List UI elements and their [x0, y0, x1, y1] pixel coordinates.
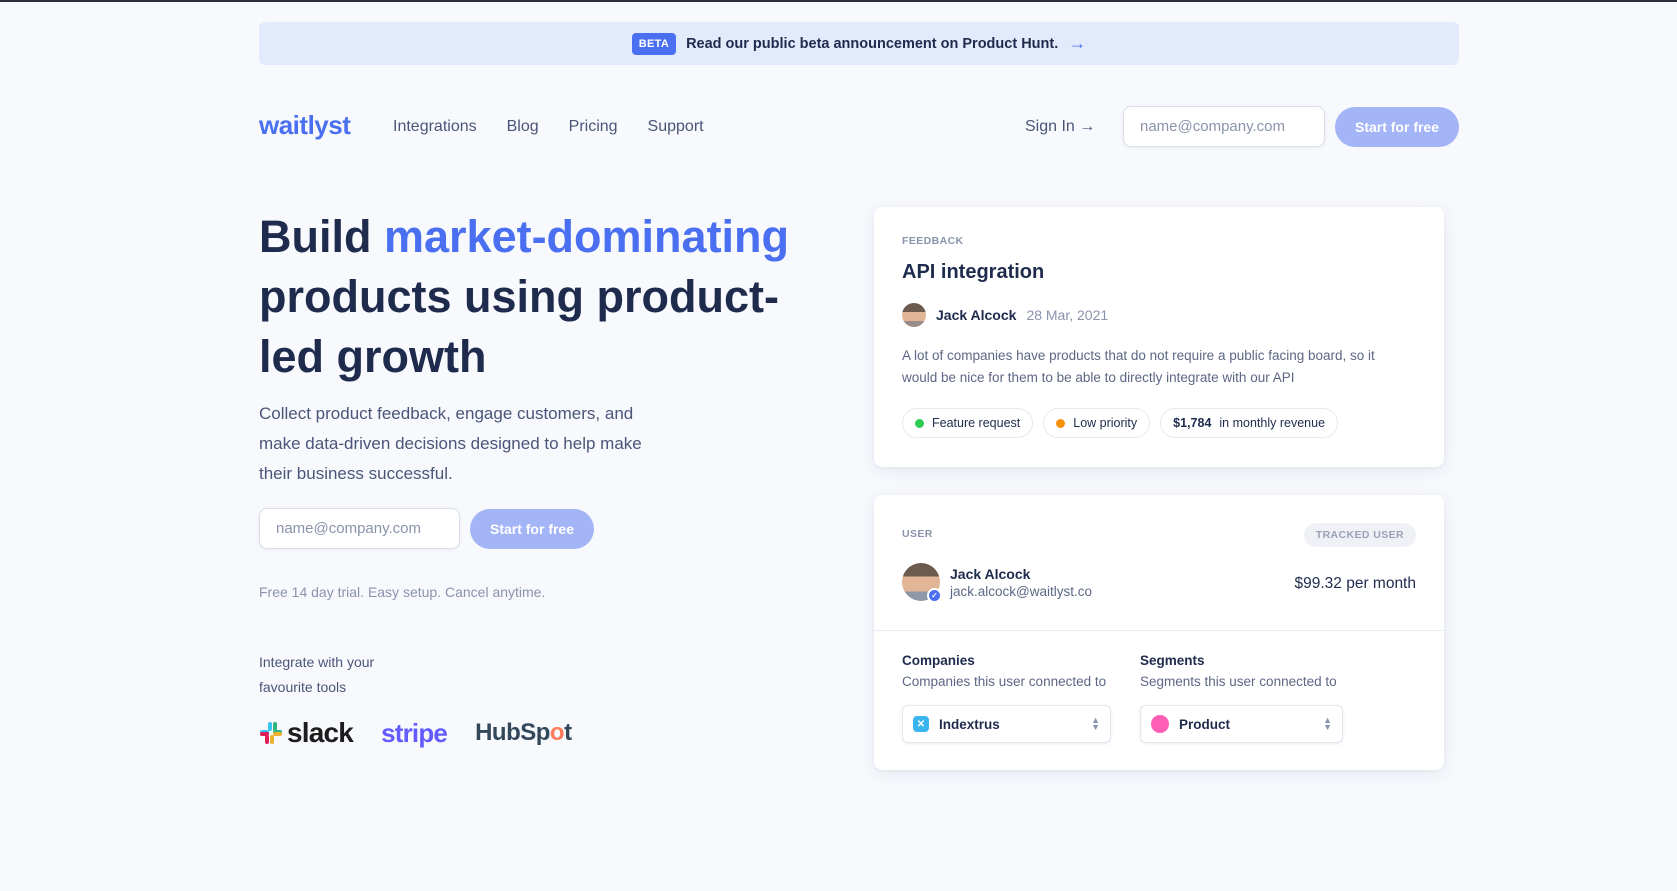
nav-link-support[interactable]: Support [648, 118, 704, 136]
segments-section: Segments Segments this user connected to [1140, 653, 1337, 689]
segments-subtitle: Segments this user connected to [1140, 674, 1337, 689]
user-details: Jack Alcock jack.alcock@waitlyst.co [950, 566, 1092, 599]
feedback-body: A lot of companies have products that do… [902, 348, 1375, 385]
beta-badge: BETA [631, 32, 677, 55]
tag-label: Low priority [1073, 416, 1138, 430]
trial-note: Free 14 day trial. Easy setup. Cancel an… [259, 584, 546, 600]
nav-email-input[interactable]: name@company.com [1123, 106, 1325, 147]
orange-dot-icon [1056, 418, 1066, 428]
tag-label: Feature request [932, 416, 1021, 430]
tag-low-priority: Low priority [1043, 408, 1151, 438]
feedback-title: API integration [902, 261, 1045, 283]
hero-title-post: products using product-led growth [259, 271, 779, 382]
feedback-author: Jack Alcock 28 Mar, 2021 [902, 303, 1108, 327]
sign-in-link[interactable]: Sign In → [1025, 118, 1095, 136]
hero-title-pre: Build [259, 211, 384, 262]
nav-link-integrations[interactable]: Integrations [393, 118, 477, 136]
nav-link-pricing[interactable]: Pricing [569, 118, 618, 136]
tag-feature-request: Feature request [902, 408, 1034, 438]
announcement-banner[interactable]: BETA Read our public beta announcement o… [259, 22, 1459, 65]
main-nav: Integrations Blog Pricing Support [393, 118, 704, 136]
indextrus-icon: ✕ [913, 716, 929, 732]
avatar [902, 303, 926, 327]
feedback-label: FEEDBACK [902, 235, 964, 247]
tracked-user-badge: TRACKED USER [1303, 523, 1416, 547]
logo[interactable]: waitlyst [259, 110, 351, 141]
hubspot-wordmark-post: t [564, 719, 572, 746]
user-email: jack.alcock@waitlyst.co [950, 583, 1092, 599]
check-icon: ✓ [927, 588, 942, 603]
tag-revenue: $1,784 in monthly revenue [1160, 408, 1339, 438]
nav-start-free-button[interactable]: Start for free [1335, 107, 1459, 147]
select-caret-icon: ▲ ▼ [1091, 715, 1100, 732]
slack-logo[interactable]: slack [259, 717, 354, 749]
companies-subtitle: Companies this user connected to [902, 674, 1107, 689]
avatar: ✓ [902, 563, 942, 603]
feedback-card: FEEDBACK API integration Jack Alcock 28 … [874, 207, 1444, 467]
segments-select-value: Product [1179, 716, 1231, 732]
integration-logos: slack stripe HubSpot [259, 717, 572, 749]
user-info: ✓ Jack Alcock jack.alcock@waitlyst.co [902, 563, 1092, 603]
hero-start-free-button[interactable]: Start for free [470, 509, 594, 549]
user-name: Jack Alcock [950, 565, 1031, 582]
banner-text[interactable]: Read our public beta announcement on Pro… [686, 36, 1058, 52]
hubspot-wordmark-pre: HubSp [475, 719, 550, 746]
hero-subtitle: Collect product feedback, engage custome… [259, 404, 642, 483]
companies-section: Companies Companies this user connected … [902, 653, 1106, 689]
arrow-right-icon: → [1068, 33, 1087, 53]
revenue-amount: $1,784 [1173, 416, 1212, 430]
segment-dot-icon [1151, 715, 1169, 733]
hubspot-logo[interactable]: HubSpot [475, 719, 572, 747]
nav-link-blog[interactable]: Blog [507, 118, 539, 136]
integrate-label: Integrate with your favourite tools [259, 654, 375, 695]
companies-select-value: Indextrus [939, 716, 1000, 732]
select-caret-icon: ▲ ▼ [1323, 715, 1332, 732]
page: BETA Read our public beta announcement o… [0, 2, 1677, 891]
user-card: USER TRACKED USER ✓ Jack Alcock jack.alc… [874, 495, 1444, 770]
segments-title: Segments [1140, 653, 1205, 668]
feedback-author-name: Jack Alcock [936, 307, 1017, 323]
feedback-tags: Feature request Low priority $1,784 in m… [902, 408, 1339, 438]
slack-wordmark: slack [287, 717, 354, 748]
companies-select[interactable]: ✕ Indextrus ▲ ▼ [902, 705, 1111, 743]
divider [874, 630, 1444, 631]
hero-email-input[interactable]: name@company.com [259, 508, 460, 549]
hero-title-accent: market-dominating [383, 211, 790, 262]
hubspot-sprocket: o [549, 719, 565, 746]
slack-icon [260, 722, 282, 744]
stripe-logo[interactable]: stripe [381, 718, 448, 749]
green-dot-icon [915, 418, 924, 428]
segments-select[interactable]: Product ▲ ▼ [1140, 705, 1343, 743]
hero-title: Build market-dominating products using p… [259, 207, 839, 387]
user-price: $99.32 per month [1294, 575, 1416, 592]
user-label: USER [902, 528, 933, 540]
feedback-date: 28 Mar, 2021 [1026, 307, 1109, 323]
revenue-label: in monthly revenue [1219, 416, 1326, 430]
companies-title: Companies [902, 653, 975, 668]
